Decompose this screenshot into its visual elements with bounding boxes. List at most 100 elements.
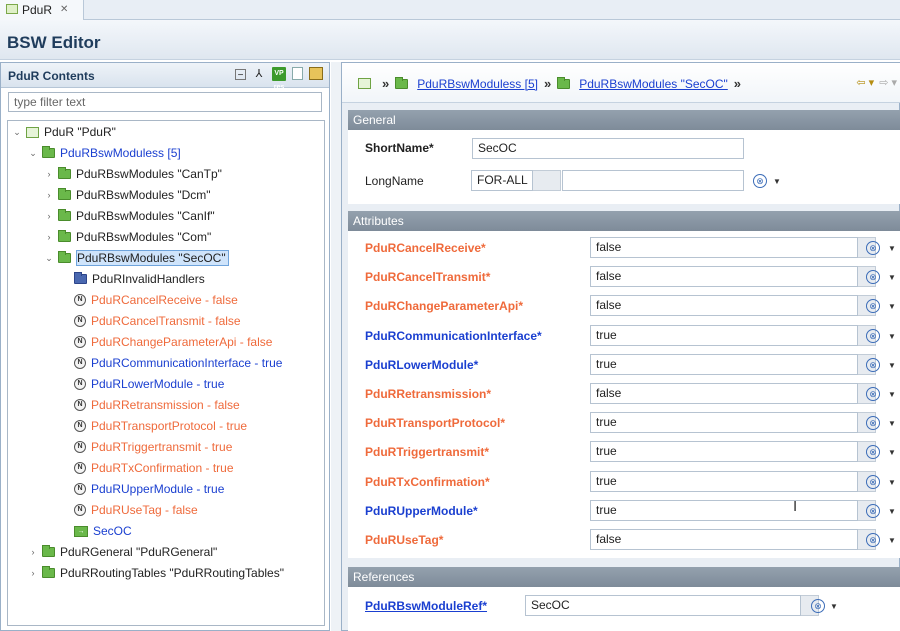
expand-toggle-icon[interactable]: ⌄	[12, 127, 22, 138]
reset-icon[interactable]: ⊗	[753, 174, 767, 188]
reset-icon[interactable]: ⊗	[866, 387, 880, 401]
document-icon[interactable]	[292, 67, 303, 80]
attribute-value-field[interactable]: true	[590, 412, 858, 434]
chevron-down-icon[interactable]: ▼	[773, 177, 781, 186]
tree-item[interactable]: › PduRBswModules "CanIf"	[44, 206, 215, 226]
tree-item[interactable]: N PduRCommunicationInterface - true	[60, 353, 282, 373]
attribute-value-field[interactable]: false	[590, 237, 858, 258]
tree-item-label: PduRInvalidHandlers	[92, 272, 205, 286]
tree-item[interactable]: › PduRBswModules "Dcm"	[44, 185, 211, 205]
hierarchy-icon[interactable]: ⅄	[252, 67, 266, 81]
tree-item[interactable]: N PduRTxConfirmation - true	[60, 458, 234, 478]
tree-item-label: PduRTriggertransmit - true	[91, 440, 233, 454]
expand-toggle-icon[interactable]: ›	[28, 568, 38, 578]
reset-icon[interactable]: ⊗	[866, 416, 880, 431]
tree-item[interactable]: › PduRGeneral "PduRGeneral"	[28, 542, 217, 562]
tree-item[interactable]: → SecOC	[60, 521, 132, 541]
reset-icon[interactable]: ⊗	[866, 299, 880, 314]
tree-item[interactable]: N PduRCancelTransmit - false	[60, 311, 241, 331]
breadcrumb-item-modules[interactable]: PduRBswModuless [5]	[417, 77, 538, 91]
pane-splitter[interactable]	[331, 62, 341, 631]
longname-language-select[interactable]: FOR-ALL	[471, 170, 533, 191]
reset-icon[interactable]: ⊗	[866, 328, 880, 343]
attribute-value-field[interactable]: false	[590, 529, 858, 550]
attribute-label: PduRLowerModule*	[365, 357, 479, 372]
expand-toggle-icon[interactable]: ›	[44, 169, 54, 179]
tree-item-label: SecOC	[93, 524, 132, 538]
chevron-down-icon[interactable]: ▼	[888, 536, 896, 545]
reset-icon[interactable]: ⊗	[866, 503, 880, 518]
table-icon[interactable]	[309, 67, 323, 80]
expand-toggle-icon[interactable]: ›	[28, 547, 38, 557]
expand-toggle-icon[interactable]: ›	[44, 190, 54, 200]
expand-toggle-icon[interactable]: ›	[44, 232, 54, 242]
reset-icon[interactable]: ⊗	[866, 445, 880, 460]
language-dropdown-button[interactable]	[533, 170, 561, 191]
editor-tab-pdur[interactable]: PduR ✕	[0, 0, 84, 20]
tree-item[interactable]: › PduRBswModules "CanTp"	[44, 164, 222, 184]
variant-icon[interactable]: VP res	[272, 67, 286, 91]
tree-item[interactable]: ⌄ PduRBswModules "SecOC"	[44, 248, 229, 268]
tree-item[interactable]: N PduRRetransmission - false	[60, 395, 240, 415]
attribute-value-field[interactable]: false	[590, 266, 858, 288]
expand-toggle-icon[interactable]: ⌄	[28, 148, 38, 159]
chevron-down-icon[interactable]: ▼	[888, 361, 896, 370]
shortname-field[interactable]: SecOC	[472, 138, 744, 159]
attribute-value-field[interactable]: true	[590, 324, 858, 346]
filter-input[interactable]: type filter text	[8, 92, 322, 112]
tree-item-label: PduRRoutingTables "PduRRoutingTables"	[60, 566, 284, 580]
tree-item-label: PduRBswModules "Dcm"	[76, 188, 211, 202]
back-arrow-icon[interactable]: ⇦ ▾	[856, 76, 874, 89]
tree-item[interactable]: N PduRCancelReceive - false	[60, 290, 238, 310]
attribute-value-field[interactable]: true	[590, 499, 858, 521]
forward-arrow-icon[interactable]: ⇨ ▾	[879, 76, 897, 89]
longname-field[interactable]	[562, 170, 744, 191]
expand-toggle-icon[interactable]: ⌄	[44, 253, 54, 264]
chevron-down-icon[interactable]: ▼	[888, 448, 896, 457]
bsw-module-ref-label[interactable]: PduRBswModuleRef*	[365, 599, 487, 613]
close-icon[interactable]: ✕	[60, 4, 68, 15]
module-icon	[26, 126, 39, 138]
reset-icon[interactable]: ⊗	[866, 270, 880, 285]
tree-item[interactable]: PduRInvalidHandlers	[60, 269, 205, 289]
tree-item[interactable]: › PduRRoutingTables "PduRRoutingTables"	[28, 563, 284, 583]
attribute-value-field[interactable]: false	[590, 295, 858, 317]
attribute-value-field[interactable]: false	[590, 383, 858, 404]
reset-icon[interactable]: ⊗	[866, 474, 880, 489]
tree-item[interactable]: ⌄ PduR "PduR"	[12, 122, 116, 142]
chevron-down-icon[interactable]: ▼	[888, 244, 896, 253]
references-section-header[interactable]: References	[348, 567, 900, 587]
tree-item[interactable]: N PduRUpperModule - true	[60, 479, 224, 499]
chevron-down-icon[interactable]: ▼	[830, 602, 838, 611]
chevron-down-icon[interactable]: ▼	[888, 273, 896, 282]
tree-item[interactable]: N PduRTriggertransmit - true	[60, 437, 232, 457]
attribute-value-field[interactable]: true	[590, 470, 858, 492]
tree-item[interactable]: N PduRTransportProtocol - true	[60, 416, 247, 436]
breadcrumb-separator: »	[543, 76, 552, 91]
attributes-section-header[interactable]: Attributes	[348, 211, 900, 231]
chevron-down-icon[interactable]: ▼	[888, 332, 896, 341]
general-section-header[interactable]: General	[348, 110, 900, 130]
chevron-down-icon[interactable]: ▼	[888, 507, 896, 516]
attribute-value-field[interactable]: true	[590, 441, 858, 463]
chevron-down-icon[interactable]: ▼	[888, 419, 896, 428]
reset-icon[interactable]: ⊗	[866, 533, 880, 547]
tree-item[interactable]: N PduRLowerModule - true	[60, 374, 224, 394]
attribute-value-field[interactable]: true	[590, 353, 858, 375]
chevron-down-icon[interactable]: ▼	[888, 302, 896, 311]
chevron-down-icon[interactable]: ▼	[888, 390, 896, 399]
module-icon[interactable]	[358, 78, 371, 89]
reset-icon[interactable]: ⊗	[866, 357, 880, 372]
module-icon	[6, 4, 18, 14]
chevron-down-icon[interactable]: ▼	[888, 478, 896, 487]
tree-item[interactable]: N PduRUseTag - false	[60, 500, 198, 520]
tree-item[interactable]: › PduRBswModules "Com"	[44, 227, 211, 247]
reset-icon[interactable]: ⊗	[866, 241, 880, 255]
reset-icon[interactable]: ⊗	[811, 599, 825, 613]
tree-item[interactable]: N PduRChangeParameterApi - false	[60, 332, 272, 352]
tree-item[interactable]: ⌄ PduRBswModuless [5]	[28, 143, 181, 163]
bsw-module-ref-field[interactable]: SecOC	[525, 595, 801, 616]
breadcrumb-item-secoc[interactable]: PduRBswModules "SecOC"	[579, 77, 728, 91]
collapse-all-icon[interactable]: −	[235, 69, 246, 81]
expand-toggle-icon[interactable]: ›	[44, 211, 54, 221]
